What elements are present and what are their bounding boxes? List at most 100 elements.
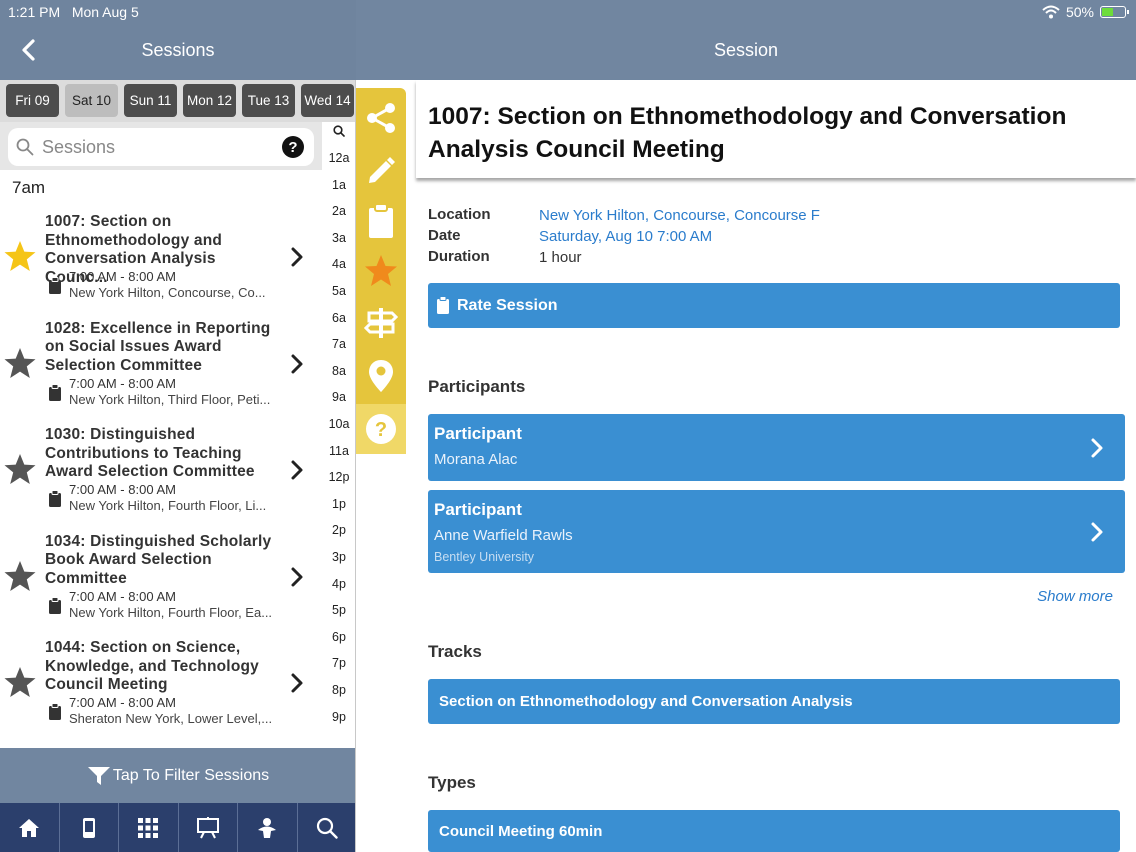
session-time: 7:00 AM - 8:00 AM <box>69 375 176 391</box>
favorite-button[interactable] <box>356 246 406 296</box>
hour-index-item[interactable]: 6a <box>322 311 356 325</box>
hour-index-item[interactable]: 2a <box>322 204 356 218</box>
session-location: Sheraton New York, Lower Level,... <box>69 711 273 726</box>
session-row[interactable]: 1034: Distinguished Scholarly Book Award… <box>0 533 322 639</box>
day-tab[interactable]: Mon 12 <box>183 84 236 117</box>
hour-index-item[interactable]: 3p <box>322 550 356 564</box>
hour-index-item[interactable]: 2p <box>322 523 356 537</box>
hour-index-item[interactable]: 7a <box>322 337 356 351</box>
nav-home[interactable] <box>0 803 60 852</box>
battery-percent: 50% <box>1065 4 1094 20</box>
hour-index-item[interactable]: 9p <box>322 710 356 724</box>
session-row[interactable]: 1007: Section on Ethnomethodology and Co… <box>0 213 322 319</box>
day-tab[interactable]: Wed 14 <box>301 84 354 117</box>
hour-index-item[interactable]: 8a <box>322 364 356 378</box>
show-more-link[interactable]: Show more <box>1037 588 1113 605</box>
help-button[interactable]: ? <box>356 404 406 454</box>
favorite-star-icon[interactable] <box>3 347 37 381</box>
search-placeholder: Sessions <box>42 136 116 157</box>
filter-label: Tap To Filter Sessions <box>112 766 270 784</box>
hour-index-item[interactable]: 6p <box>322 630 356 644</box>
participant-name: Anne Warfield Rawls <box>434 527 573 544</box>
chevron-right-icon <box>291 354 303 373</box>
type-button[interactable]: Council Meeting 60min <box>428 810 1120 852</box>
search-help-icon[interactable]: ? <box>282 136 304 158</box>
duration-value: 1 hour <box>539 249 582 266</box>
detail-title-card: 1007: Section on Ethnomethodology and Co… <box>416 80 1136 178</box>
session-row[interactable]: 1044: Section on Science, Knowledge, and… <box>0 639 322 745</box>
clipboard-icon <box>437 296 449 314</box>
session-time: 7:00 AM - 8:00 AM <box>69 269 176 284</box>
session-location: New York Hilton, Fourth Floor, Li... <box>69 498 267 513</box>
nav-search[interactable] <box>298 803 357 852</box>
clipboard-button[interactable] <box>356 196 406 246</box>
filter-button[interactable]: Tap To Filter Sessions <box>0 748 356 803</box>
day-tab[interactable]: Fri 09 <box>6 84 59 117</box>
chevron-right-icon <box>1091 438 1103 458</box>
share-button[interactable] <box>356 93 406 143</box>
participant-card[interactable]: Participant Anne Warfield Rawls Bentley … <box>428 490 1125 573</box>
session-title: 1044: Section on Science, Knowledge, and… <box>45 639 259 693</box>
svg-text:?: ? <box>375 419 387 441</box>
search-area: Sessions ? <box>0 122 322 170</box>
hour-index-item[interactable]: 10a <box>322 417 356 431</box>
hour-index-item[interactable]: 11a <box>322 444 356 458</box>
index-search-icon[interactable] <box>333 125 345 137</box>
participant-card[interactable]: Participant Morana Alac <box>428 414 1125 481</box>
hour-index-item[interactable]: 4a <box>322 257 356 271</box>
day-tab[interactable]: Tue 13 <box>242 84 295 117</box>
hour-index-item[interactable]: 1a <box>322 178 356 192</box>
map-button[interactable] <box>356 351 406 401</box>
rate-session-button[interactable]: Rate Session <box>428 283 1120 328</box>
session-row[interactable]: 1028: Excellence in Reporting on Social … <box>0 320 322 426</box>
hour-index-item[interactable]: 12p <box>322 470 356 484</box>
date-link[interactable]: Saturday, Aug 10 7:00 AM <box>539 228 712 245</box>
favorite-star-icon[interactable] <box>3 666 37 700</box>
hour-index-item[interactable]: 12a <box>322 151 356 165</box>
track-label: Section on Ethnomethodology and Conversa… <box>439 693 853 710</box>
battery-icon <box>1100 6 1129 18</box>
nav-people[interactable] <box>238 803 298 852</box>
chevron-right-icon <box>291 673 303 693</box>
favorite-star-icon[interactable] <box>3 560 37 594</box>
clipboard-icon <box>49 596 61 614</box>
session-title: Session <box>713 40 779 60</box>
participants-heading: Participants <box>428 377 526 396</box>
search-input[interactable]: Sessions ? <box>8 128 314 166</box>
session-title: 1034: Distinguished Scholarly Book Award… <box>45 532 272 587</box>
hour-index-item[interactable]: 5p <box>322 603 356 617</box>
hour-index-item[interactable]: 3a <box>322 231 356 245</box>
clipboard-icon <box>49 277 61 294</box>
day-tab[interactable]: Sun 11 <box>124 84 177 117</box>
nav-presentation[interactable] <box>179 803 238 852</box>
favorite-star-icon[interactable] <box>3 453 37 487</box>
share-icon <box>367 103 395 133</box>
hour-index[interactable]: 12a 1a 2a 3a 4a 5a 6a 7a 8a 9a 10a 11a 12p 1p 2p 3p 4p 5p… <box>322 122 356 750</box>
clock-text: 1:21 PM <box>8 4 61 20</box>
nav-phone[interactable] <box>60 803 119 852</box>
phone-icon <box>82 817 95 838</box>
track-button[interactable]: Section on Ethnomethodology and Conversa… <box>428 679 1120 724</box>
search-icon <box>16 138 34 156</box>
right-header: 50% Session <box>356 0 1136 80</box>
directions-button[interactable] <box>356 298 406 348</box>
chevron-right-icon <box>1091 522 1103 542</box>
session-time: 7:00 AM - 8:00 AM <box>69 588 176 604</box>
notes-button[interactable] <box>356 145 406 195</box>
hour-index-item[interactable]: 4p <box>322 577 356 591</box>
participant-role: Participant <box>434 424 522 443</box>
location-label: Location <box>428 206 491 223</box>
day-tab[interactable]: Sat 10 <box>65 84 118 117</box>
hour-index-item[interactable]: 7p <box>322 656 356 670</box>
session-time: 7:00 AM - 8:00 AM <box>69 482 176 497</box>
session-row[interactable]: 1030: Distinguished Contributions to Tea… <box>0 426 322 532</box>
types-heading: Types <box>428 773 476 792</box>
nav-grid[interactable] <box>119 803 179 852</box>
location-link[interactable]: New York Hilton, Concourse, Concourse F <box>539 207 820 224</box>
hour-index-item[interactable]: 1p <box>322 497 356 511</box>
hour-index-item[interactable]: 9a <box>322 390 356 404</box>
favorite-star-icon[interactable] <box>3 240 37 274</box>
hour-index-item[interactable]: 8p <box>322 683 356 697</box>
hour-index-item[interactable]: 5a <box>322 284 356 298</box>
chevron-right-icon <box>291 460 303 480</box>
